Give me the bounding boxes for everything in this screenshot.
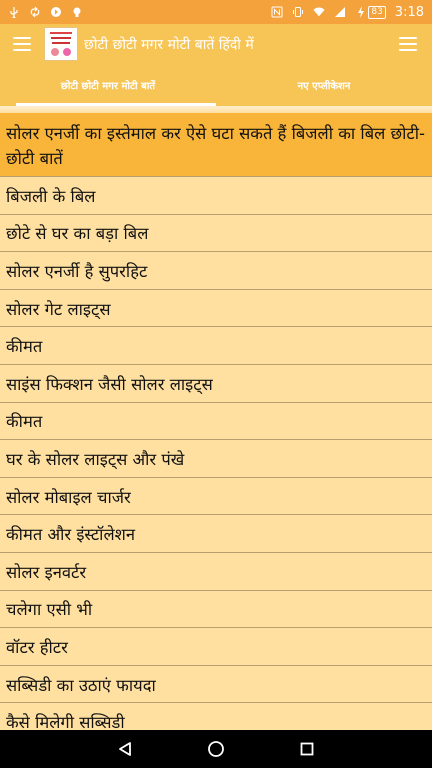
list-item[interactable]: छोटे से घर का बड़ा बिल [0,214,432,253]
app-title: छोटी छोटी मगर मोटी बातें हिंदी में [84,36,254,53]
system-nav-bar [0,730,432,768]
tab-chhoti-batein[interactable]: छोटी छोटी मगर मोटी बातें [0,64,216,106]
app-bar: छोटी छोटी मगर मोटी बातें हिंदी में [0,24,432,64]
wifi-icon [313,6,325,18]
overflow-menu-button[interactable] [384,24,432,64]
list-item-label: कीमत और इंस्टॉलेशन [6,525,136,545]
list-item-highlighted[interactable]: सोलर एनर्जी का इस्तेमाल कर ऐसे घटा सकते … [0,113,432,177]
list-item[interactable]: सोलर मोबाइल चार्जर [0,477,432,516]
list-item[interactable]: चलेगा एसी भी [0,590,432,629]
tab-shadow [0,106,432,113]
list-item-label: चलेगा एसी भी [6,600,93,620]
list-item-label: सोलर मोबाइल चार्जर [6,487,131,507]
back-button[interactable] [105,730,145,768]
recents-icon [300,742,314,756]
app-logo-icon [46,29,76,59]
recents-button[interactable] [287,730,327,768]
app-icon [50,6,62,18]
status-bar: 83 3:18 [0,0,432,24]
clock: 3:18 [394,4,424,20]
home-icon [208,741,224,757]
list-item[interactable]: साइंस फिक्शन जैसी सोलर लाइट्स [0,364,432,403]
bulb-icon [71,6,83,18]
article-list[interactable]: सोलर एनर्जी का इस्तेमाल कर ऐसे घटा सकते … [0,113,432,730]
list-item[interactable]: सोलर इनवर्टर [0,552,432,591]
list-item[interactable]: घर के सोलर लाइट्स और पंखे [0,440,432,478]
hamburger-icon [13,37,31,51]
list-item-label: सब्सिडी का उठाएं फायदा [6,675,156,695]
list-item-label: कीमत [6,412,43,432]
usb-icon [8,6,20,18]
list-item-label: वॉटर हीटर [6,637,68,657]
list-item[interactable]: कीमत [0,402,432,441]
list-item-label: बिजली के बिल [6,186,96,206]
app-logo [44,27,78,61]
battery-percent: 83 [371,6,383,17]
list-item-label: छोटे से घर का बड़ा बिल [6,224,149,244]
vibrate-icon [292,6,304,18]
list-item[interactable]: वॉटर हीटर [0,628,432,666]
battery-icon: 83 [368,5,386,19]
tab-new-applications[interactable]: नए एप्लीकेशन [216,64,432,106]
list-item-label: सोलर एनर्जी है सुपरहिट [6,261,148,281]
list-item-label: कीमत [6,337,43,357]
list-item[interactable]: सोलर एनर्जी है सुपरहिट [0,252,432,290]
back-icon [119,742,132,756]
charging-icon [355,6,367,18]
list-item-label: सोलर गेट लाइट्स [6,299,111,319]
list-item-label: कैसे मिलेगी सब्सिडी [6,713,125,730]
list-item[interactable]: कीमत और इंस्टॉलेशन [0,515,432,553]
menu-icon [399,37,417,51]
tab-label: छोटी छोटी मगर मोटी बातें [60,81,156,92]
list-item[interactable]: कीमत [0,327,432,365]
list-item[interactable]: सोलर गेट लाइट्स [0,289,432,328]
list-item-label: सोलर एनर्जी का इस्तेमाल कर ऐसे घटा सकते … [6,123,425,168]
signal-icon [334,6,346,18]
sync-icon [29,6,41,18]
tab-bar: छोटी छोटी मगर मोटी बातें नए एप्लीकेशन [0,64,432,106]
nfc-icon [271,6,283,18]
list-item-label: साइंस फिक्शन जैसी सोलर लाइट्स [6,374,213,394]
tab-label: नए एप्लीकेशन [297,81,351,92]
list-item[interactable]: सब्सिडी का उठाएं फायदा [0,665,432,704]
list-item-label: सोलर इनवर्टर [6,562,87,582]
list-item-label: घर के सोलर लाइट्स और पंखे [6,449,185,469]
list-item[interactable]: कैसे मिलेगी सब्सिडी [0,703,432,730]
drawer-menu-button[interactable] [0,24,44,64]
list-item[interactable]: बिजली के बिल [0,177,432,215]
home-button[interactable] [196,730,236,768]
